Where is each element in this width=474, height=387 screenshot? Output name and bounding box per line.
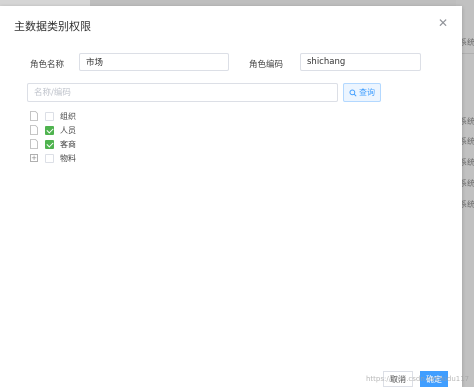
tree-item[interactable]: 客商 — [30, 138, 76, 150]
document-icon — [30, 111, 38, 121]
tree-item[interactable]: 组织 — [30, 110, 76, 122]
close-icon[interactable]: ✕ — [437, 17, 449, 29]
tree-item-label: 组织 — [60, 111, 76, 121]
tree-checkbox[interactable] — [45, 111, 54, 121]
watermark: https://blog.csdn.net/kidu117 — [366, 375, 470, 383]
role-name-label: 角色名称 — [30, 60, 65, 70]
search-button[interactable]: 查询 — [343, 83, 381, 102]
search-input[interactable] — [27, 83, 338, 102]
role-code-label: 角色编码 — [249, 60, 284, 70]
role-name-input[interactable] — [79, 53, 229, 71]
tree-item[interactable]: + 物料 — [30, 152, 76, 164]
tree-item-label: 物料 — [60, 153, 76, 163]
dialog-title: 主数据类别权限 — [14, 20, 91, 33]
expand-plus-icon[interactable]: + — [30, 154, 38, 162]
tree-checkbox-checked[interactable] — [45, 139, 54, 149]
tree-item-label: 人员 — [60, 125, 76, 135]
search-button-label: 查询 — [359, 88, 375, 97]
permission-dialog: 主数据类别权限 ✕ 角色名称 角色编码 查询 组织 人员 客商 + — [0, 6, 462, 387]
document-icon — [30, 125, 38, 135]
role-code-input[interactable] — [300, 53, 421, 71]
document-icon — [30, 139, 38, 149]
tree-item-label: 客商 — [60, 139, 76, 149]
tree-item[interactable]: 人员 — [30, 124, 76, 136]
search-icon — [349, 88, 357, 97]
tree-checkbox[interactable] — [45, 153, 54, 163]
tree-checkbox-checked[interactable] — [45, 125, 54, 135]
